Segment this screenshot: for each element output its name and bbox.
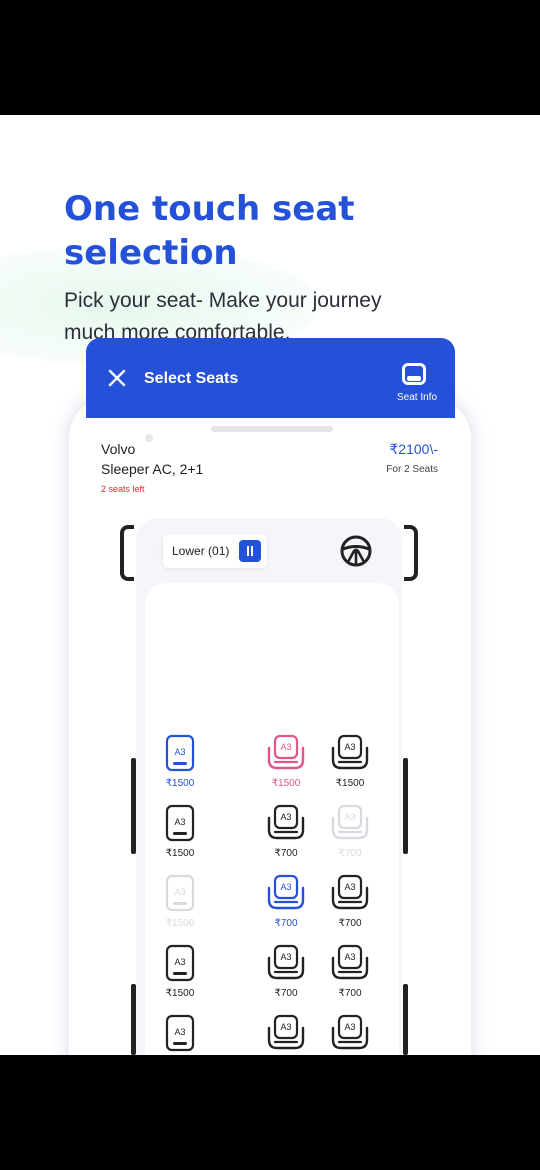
right-window-bar (403, 758, 408, 854)
seat-code: A3 (344, 812, 356, 822)
seat-icon-box: A3 (327, 804, 373, 842)
seat-icon-box: A3 (263, 1014, 309, 1052)
seat[interactable]: A3 ₹700 (263, 874, 309, 929)
seater-seat-icon (331, 804, 369, 840)
app-header: Select Seats Seat Info (86, 338, 455, 418)
seat-price: ₹700 (338, 988, 362, 999)
seat-icon-box: A3 (157, 804, 203, 842)
seat[interactable]: A3 ₹700 (263, 944, 309, 999)
seat[interactable]: A3 (327, 1014, 373, 1058)
screen-title: Select Seats (144, 370, 239, 387)
seat-price: ₹700 (274, 848, 298, 859)
seater-seat-icon (267, 874, 305, 910)
seat[interactable]: A3 ₹1500 (327, 734, 373, 789)
seat-price: ₹700 (274, 988, 298, 999)
seat-price: ₹1500 (165, 988, 195, 999)
right-door-bracket (404, 525, 418, 581)
seat-price: ₹1500 (165, 918, 195, 929)
seat-icon-box: A3 (263, 874, 309, 912)
seat-icon-box: A3 (157, 874, 203, 912)
seat[interactable]: A3 ₹700 (327, 944, 373, 999)
seat[interactable]: A3 ₹1500 (157, 944, 203, 999)
seat-code: A3 (344, 952, 356, 962)
seat[interactable]: A3 (263, 1014, 309, 1058)
seater-seat-icon (267, 1014, 305, 1050)
seat-price: ₹700 (338, 848, 362, 859)
price-note: For 2 Seats (386, 464, 438, 475)
bus-type: Sleeper AC, 2+1 (101, 461, 204, 477)
phone-camera (145, 434, 153, 442)
seat[interactable]: A3 ₹1500 (157, 804, 203, 859)
seat-code: A3 (174, 817, 186, 827)
seat-code: A3 (174, 887, 186, 897)
seats-left: 2 seats left (101, 484, 145, 494)
close-icon[interactable] (108, 369, 126, 387)
seat-price: ₹700 (338, 918, 362, 929)
seat-code: A3 (344, 742, 356, 752)
seat-icon-box: A3 (263, 734, 309, 772)
seat-icon-box: A3 (327, 944, 373, 982)
total-price: ₹2100\- (389, 441, 438, 457)
steering-wheel-icon (340, 535, 372, 567)
seat[interactable]: A3 ₹700 (327, 874, 373, 929)
bottom-black-bar (0, 1055, 540, 1170)
seater-seat-icon (331, 944, 369, 980)
seater-seat-icon (331, 734, 369, 770)
seat[interactable]: A3 (157, 1014, 203, 1058)
seat-price: ₹1500 (271, 778, 301, 789)
seat-price: ₹700 (274, 918, 298, 929)
seat-code: A3 (280, 1022, 292, 1032)
seat-code: A3 (344, 882, 356, 892)
seat-code: A3 (280, 812, 292, 822)
seat-icon-box: A3 (263, 804, 309, 842)
seat-icon-box: A3 (327, 1014, 373, 1052)
seat: A3 ₹1500 (157, 874, 203, 929)
seat-icon-box: A3 (263, 944, 309, 982)
top-black-bar (0, 0, 540, 115)
seat-icon-box: A3 (327, 734, 373, 772)
seater-seat-icon (267, 734, 305, 770)
seat-code: A3 (280, 742, 292, 752)
seat-info-label[interactable]: Seat Info (386, 392, 448, 403)
seat-code: A3 (280, 952, 292, 962)
seat-icon-box: A3 (157, 1014, 203, 1052)
seat-code: A3 (174, 747, 186, 757)
left-door-bracket (120, 525, 134, 581)
seat-code: A3 (174, 1027, 186, 1037)
seat-code: A3 (344, 1022, 356, 1032)
seat[interactable]: A3 ₹700 (263, 804, 309, 859)
seat[interactable]: A3 ₹1500 (157, 734, 203, 789)
headline-line-1: One touch seat (64, 189, 355, 229)
seat-price: ₹1500 (165, 778, 195, 789)
seat-price: ₹1500 (165, 848, 195, 859)
seater-seat-icon (267, 944, 305, 980)
seat-code: A3 (174, 957, 186, 967)
right-window-bar (403, 984, 408, 1055)
seat-icon-box: A3 (157, 734, 203, 772)
seater-seat-icon (267, 804, 305, 840)
headline: One touch seat selection (64, 187, 484, 275)
subtitle-line-1: Pick your seat- Make your journey (64, 289, 382, 312)
seat[interactable]: A3 ₹1500 (263, 734, 309, 789)
seat-price: ₹1500 (335, 778, 365, 789)
seat-info-icon[interactable] (402, 363, 426, 385)
deck-selector[interactable]: Lower (01) (163, 534, 267, 568)
deck-toggle-icon[interactable] (239, 540, 261, 562)
phone-speaker (211, 426, 333, 432)
seat-code: A3 (280, 882, 292, 892)
bus-operator: Volvo (101, 441, 136, 457)
seat-icon-box: A3 (327, 874, 373, 912)
seater-seat-icon (331, 874, 369, 910)
headline-line-2: selection (64, 233, 238, 273)
deck-label: Lower (01) (172, 544, 230, 558)
seater-seat-icon (331, 1014, 369, 1050)
seat-icon-box: A3 (157, 944, 203, 982)
seat: A3 ₹700 (327, 804, 373, 859)
